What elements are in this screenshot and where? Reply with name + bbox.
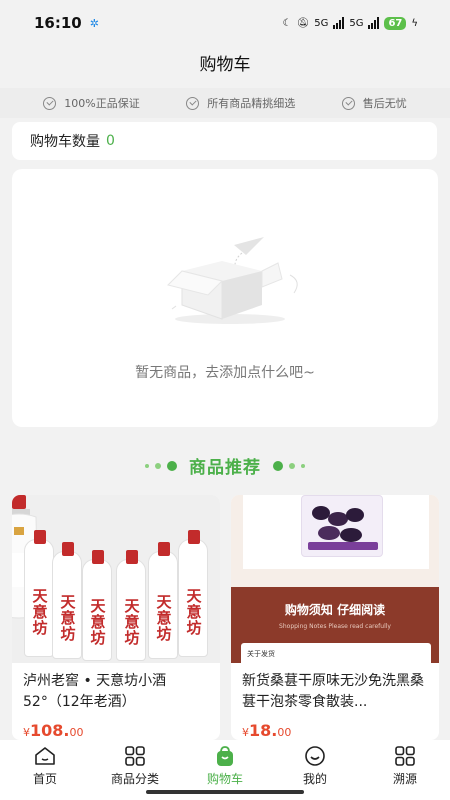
price-tail: 00	[277, 726, 292, 739]
home-icon	[33, 745, 57, 767]
tab-cart[interactable]: 购物车	[185, 745, 265, 787]
guarantee-label: 100%正品保证	[64, 97, 140, 110]
product-image-mulberry[interactable]: 购物须知 仔细阅读 Shopping Notes Please read car…	[231, 495, 439, 663]
tab-label: 溯源	[392, 772, 417, 786]
home-indicator[interactable]	[146, 790, 304, 794]
signal-icon	[333, 17, 345, 29]
product-price: ¥108.00	[12, 715, 220, 740]
cart-count-card: 购物车数量 0	[12, 122, 437, 160]
check-circle-icon	[341, 96, 355, 110]
decor-dot-icon	[145, 463, 149, 468]
price-symbol: ¥	[242, 726, 249, 739]
battery-indicator: 67	[384, 16, 407, 30]
decor-dot-icon	[273, 460, 283, 471]
product-card[interactable]: 购物须知 仔细阅读 Shopping Notes Please read car…	[231, 495, 439, 740]
page-title: 购物车	[199, 55, 251, 75]
empty-cart-message: 暂无商品，去添加点什么吧~	[135, 365, 315, 381]
recommend-section-title: 商品推荐	[0, 453, 450, 478]
banner-subtitle: Shopping Notes Please read carefully	[279, 623, 391, 630]
guarantee-label: 售后无忧	[362, 97, 407, 110]
tab-label: 首页	[32, 772, 57, 786]
tab-trace[interactable]: 溯源	[365, 745, 445, 787]
empty-box-illustration	[167, 237, 298, 324]
product-price: ¥18.00	[231, 715, 439, 740]
category-grid-icon	[123, 745, 147, 767]
empty-cart-card: 暂无商品，去添加点什么吧~	[12, 169, 438, 427]
status-time: 16:10	[34, 14, 82, 32]
bottle-label: 天意坊	[124, 597, 140, 647]
network-label-2: 5G	[349, 17, 364, 29]
product-card[interactable]: 天意坊 天意坊 天意坊 天意坊 天意坊 天意坊 泸州老窖 • 天意坊小酒52°（…	[12, 495, 220, 740]
decor-dot-icon	[289, 462, 295, 469]
cart-count-label: 购物车数量	[30, 134, 100, 150]
guarantee-label: 所有商品精挑细选	[207, 97, 296, 110]
product-name[interactable]: 新货桑葚干原味无沙免洗黑桑葚干泡茶零食散装...	[231, 663, 439, 715]
price-symbol: ¥	[23, 726, 30, 739]
cart-count-value: 0	[106, 133, 115, 149]
price-main: 18.	[249, 721, 278, 740]
price-tail: 00	[69, 726, 84, 739]
banner-title: 购物须知 仔细阅读	[284, 603, 386, 617]
bottle-label: 天意坊	[32, 587, 48, 637]
product-name[interactable]: 泸州老窖 • 天意坊小酒52°（12年老酒）	[12, 663, 220, 715]
notification-icon: ✲	[89, 16, 99, 30]
check-circle-icon	[43, 96, 57, 110]
tab-category[interactable]: 商品分类	[95, 745, 175, 787]
guarantee-strip: 100%正品保证 所有商品精挑细选 售后无忧	[0, 88, 450, 118]
price-main: 108.	[30, 721, 70, 740]
smiley-profile-icon	[303, 745, 327, 767]
status-bar: 16:10 ✲ ☾ 🔕︎ 5G 5G 67 ϟ	[0, 0, 450, 46]
network-label-1: 5G	[314, 17, 329, 29]
product-image-liquor[interactable]: 天意坊 天意坊 天意坊 天意坊 天意坊 天意坊	[12, 495, 220, 663]
moon-icon: ☾	[282, 17, 292, 29]
check-circle-icon	[186, 96, 200, 110]
guarantee-item: 100%正品保证	[43, 95, 140, 111]
mulberry-package	[243, 495, 429, 569]
bottle-label: 天意坊	[156, 593, 172, 643]
mute-icon: 🔕︎	[296, 17, 310, 29]
tab-home[interactable]: 首页	[5, 745, 85, 787]
bottle-label: 天意坊	[60, 593, 76, 643]
tab-label: 购物车	[206, 772, 243, 786]
bottle-label: 天意坊	[90, 597, 106, 647]
guarantee-item: 售后无忧	[341, 95, 407, 111]
bottle-row: 天意坊 天意坊 天意坊 天意坊 天意坊 天意坊	[12, 495, 220, 663]
shopping-notes-banner: 购物须知 仔细阅读 Shopping Notes Please read car…	[231, 587, 439, 663]
signal-icon-2	[368, 17, 380, 29]
decor-dot-icon	[301, 463, 305, 468]
tab-profile[interactable]: 我的	[275, 745, 355, 787]
tab-label: 商品分类	[110, 772, 159, 786]
decor-dot-icon	[167, 460, 177, 471]
banner-tag: 关于发货	[241, 643, 431, 663]
guarantee-item: 所有商品精挑细选	[186, 95, 295, 111]
shopping-bag-icon	[213, 745, 237, 767]
charging-icon: ϟ	[411, 17, 418, 29]
trace-grid-icon	[393, 745, 417, 767]
bottle-label: 天意坊	[186, 587, 202, 637]
tab-label: 我的	[302, 772, 327, 786]
decor-dot-icon	[155, 462, 161, 469]
recommend-title: 商品推荐	[189, 458, 261, 478]
